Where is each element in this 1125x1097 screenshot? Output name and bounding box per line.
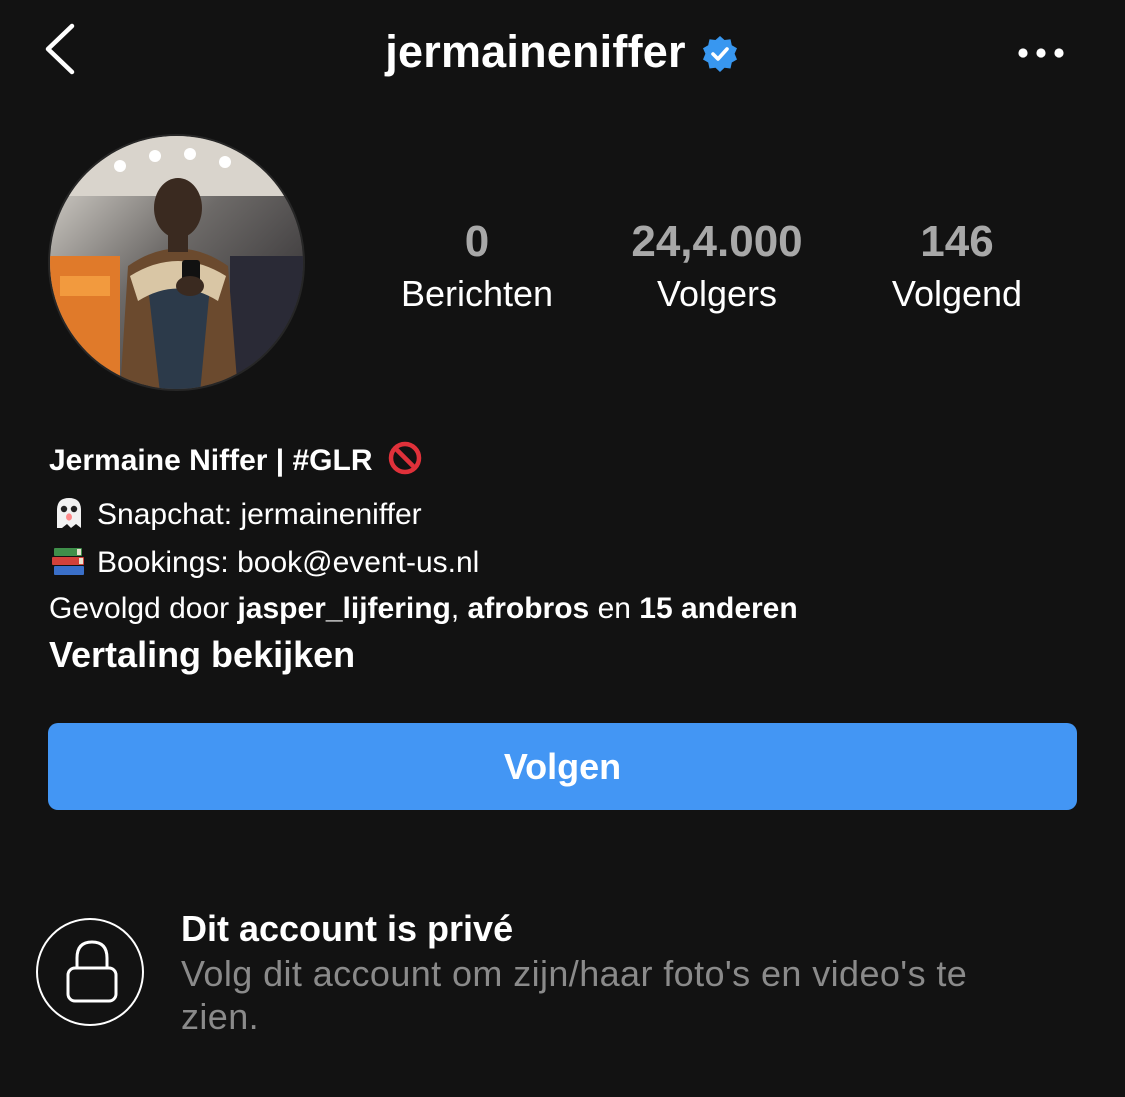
followed-by-separator: , [450, 592, 468, 625]
bio-bookings-text: Bookings: book@event-us.nl [97, 546, 480, 579]
bio-followed-by[interactable]: Gevolgd door jasper_lijfering, afrobros … [49, 592, 798, 626]
verified-badge-icon [702, 36, 737, 72]
stat-following[interactable]: 146 Volgend [837, 214, 1077, 318]
follow-button[interactable]: Volgen [48, 723, 1077, 810]
profile-screen: jermaineniffer 0 Berichten 24,4.000 Volg… [0, 0, 1125, 1097]
bio-bookings: Bookings: book@event-us.nl [49, 544, 479, 580]
followed-by-user-link[interactable]: afrobros [468, 592, 590, 625]
stat-following-value: 146 [920, 217, 994, 266]
header-title: jermaineniffer [0, 26, 1125, 78]
profile-avatar[interactable] [48, 134, 305, 391]
stat-posts: 0 Berichten [357, 214, 597, 318]
bio-snapchat-text: Snapchat: jermaineniffer [97, 498, 422, 531]
profile-username: jermaineniffer [385, 26, 686, 77]
followed-by-conjunction: en [589, 592, 640, 625]
ghost-icon [57, 498, 81, 528]
stat-followers-value: 24,4.000 [631, 217, 803, 266]
stat-posts-label: Berichten [400, 273, 554, 314]
bio-snapchat: Snapchat: jermaineniffer [49, 496, 422, 532]
translate-link[interactable]: Vertaling bekijken [49, 634, 355, 676]
followed-by-others-link[interactable]: 15 anderen [639, 592, 797, 625]
lock-icon [66, 940, 118, 1003]
stat-followers-label: Volgers [656, 273, 778, 314]
private-title: Dit account is privé [181, 908, 514, 949]
more-dots-icon[interactable] [1014, 38, 1070, 68]
followed-by-prefix: Gevolgd door [49, 592, 238, 625]
prohibited-icon [388, 441, 422, 475]
bio-name-text: Jermaine Niffer | #GLR [49, 444, 373, 477]
bio-name: Jermaine Niffer | #GLR [49, 440, 423, 478]
private-description: Volg dit account om zijn/haar foto's en … [181, 953, 968, 1037]
stat-following-label: Volgend [891, 273, 1023, 314]
stat-followers[interactable]: 24,4.000 Volgers [597, 214, 837, 318]
books-icon [52, 548, 84, 575]
lock-badge [36, 918, 144, 1026]
followed-by-user-link[interactable]: jasper_lijfering [237, 592, 450, 625]
stat-posts-value: 0 [464, 217, 490, 266]
